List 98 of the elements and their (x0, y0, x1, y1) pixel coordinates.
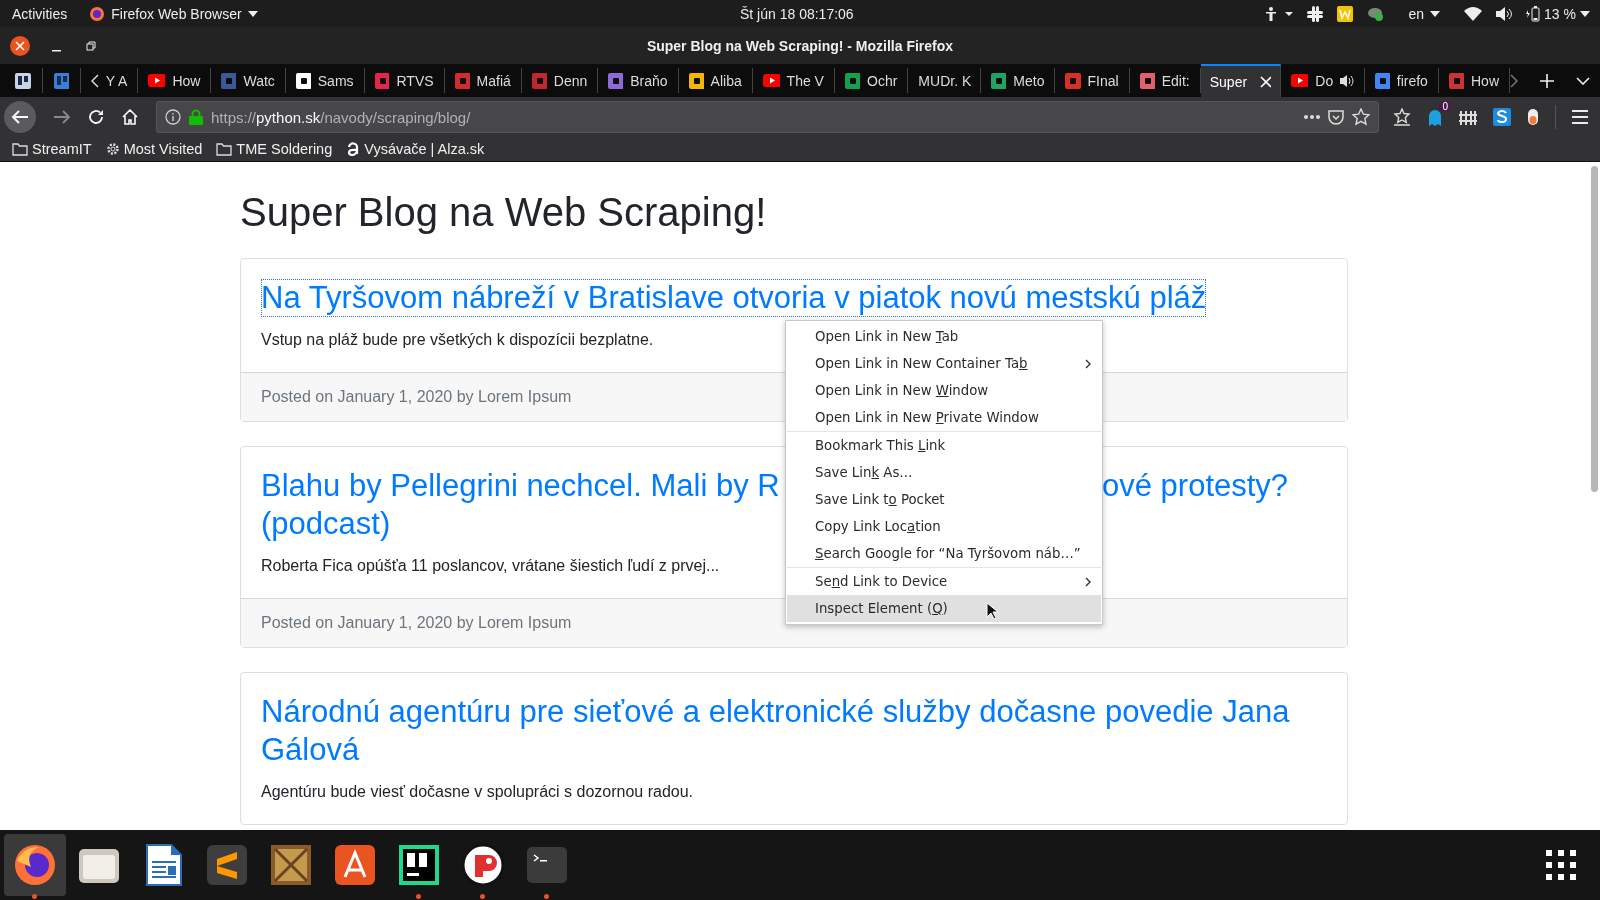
slack-icon[interactable] (1306, 5, 1323, 22)
crate-icon[interactable] (269, 843, 313, 887)
w-app-icon[interactable] (1336, 5, 1353, 22)
browser-tab[interactable]: RTVS (364, 68, 445, 93)
post-title-link[interactable]: Národnú agentúru pre sieťové a elektronické služby dočasne povedie Jana Gálová (261, 693, 1327, 769)
browser-tab[interactable]: Watc (211, 68, 286, 93)
caret-icon[interactable] (1430, 10, 1441, 17)
bookmark-item[interactable]: Most Visited (105, 141, 203, 157)
forward-button[interactable] (54, 110, 70, 124)
menu-item[interactable]: Save Link to Pocket (787, 486, 1101, 513)
ghost-icon[interactable] (1427, 108, 1443, 126)
pycharm-icon[interactable] (397, 843, 441, 887)
browser-tab[interactable]: How (1438, 68, 1510, 93)
menu-item[interactable]: Open Link in New Window (787, 377, 1101, 404)
menu-item[interactable]: Bookmark This Link (787, 432, 1101, 459)
browser-tab[interactable]: firefo (1364, 68, 1439, 93)
bookmarks-menu-icon[interactable] (1393, 108, 1411, 126)
page-heading: Super Blog na Web Scraping! (240, 189, 768, 236)
browser-tab[interactable]: Aliba (678, 68, 753, 93)
browser-tab[interactable]: Mafiá (444, 68, 522, 93)
speaker-icon[interactable] (1340, 74, 1354, 87)
menu-item[interactable]: Open Link in New Private Window (787, 404, 1101, 432)
app-grid-icon[interactable] (1546, 850, 1576, 880)
post-summary: Roberta Fica opúšťa 11 poslancov, vrátane šiestich ľudí z prvej... (261, 556, 720, 576)
post-summary: Vstup na pláž bude pre všetkých k dispozícii bezplatne. (261, 330, 654, 350)
browser-tab[interactable]: The V (752, 68, 835, 93)
language-indicator[interactable]: en (1408, 5, 1425, 22)
battery-icon[interactable] (1526, 5, 1541, 22)
browser-tab[interactable]: Y A (81, 68, 139, 93)
menu-item[interactable]: Search Google for “Na Tyršovom náb…” (787, 540, 1101, 568)
gear-icon (105, 142, 120, 156)
menu-item[interactable]: Copy Link Location (787, 513, 1101, 540)
mouse-pointer-icon (986, 602, 998, 620)
app-menu-label[interactable]: Firefox Web Browser (111, 5, 242, 22)
software-store-icon[interactable] (333, 843, 377, 887)
pocket-icon[interactable] (1328, 109, 1344, 125)
volume-icon[interactable] (1496, 6, 1513, 21)
menu-item[interactable]: Save Link As… (787, 459, 1101, 486)
accessibility-icon[interactable] (1264, 6, 1293, 21)
address-bar[interactable]: https://python.sk/navody/scraping/blog/ (156, 101, 1379, 133)
firefox-icon[interactable] (13, 843, 57, 887)
caret-icon[interactable] (247, 10, 258, 17)
notification-badge: 0 (1439, 101, 1451, 112)
bookmark-item[interactable]: StreamIT (12, 141, 92, 157)
lock-icon (189, 109, 203, 125)
library-icon[interactable] (1459, 109, 1477, 125)
new-tab-icon[interactable] (1540, 73, 1554, 88)
more-icon[interactable] (1304, 115, 1320, 119)
browser-tab[interactable]: FInal (1055, 68, 1130, 93)
wifi-icon[interactable] (1464, 6, 1483, 21)
tab-list-icon[interactable] (1576, 76, 1590, 85)
mouse-extension-icon[interactable] (1527, 108, 1539, 126)
post-summary: Agentúru bude viesť dočasne v spolupráci s dozornou radou. (261, 782, 694, 802)
post-title-link[interactable]: Blahu by Pellegrini nechcel. Mali by R (261, 467, 780, 505)
caret-icon[interactable] (1580, 10, 1590, 17)
activities-button[interactable]: Activities (12, 5, 68, 22)
browser-tab[interactable]: Denn (521, 68, 599, 93)
back-button[interactable] (4, 101, 36, 133)
post-title-link[interactable]: (podcast) (261, 505, 391, 543)
close-tab-icon[interactable] (1260, 75, 1271, 88)
folder-icon (12, 142, 28, 156)
restore-icon[interactable] (86, 40, 96, 51)
info-icon[interactable] (165, 109, 181, 125)
window-title: Super Blog na Web Scraping! - Mozilla Firefox (646, 37, 954, 54)
browser-tab[interactable]: Sams (285, 68, 365, 93)
s-extension-icon[interactable] (1493, 108, 1511, 126)
bookmark-star-icon[interactable] (1352, 108, 1370, 126)
browser-tab[interactable]: Braňo (598, 68, 679, 93)
close-icon[interactable] (10, 35, 30, 56)
clock[interactable]: Št jún 18 08:17:06 (740, 5, 854, 22)
browser-tab[interactable]: How (138, 68, 212, 93)
browser-tab[interactable]: MUDr. K (908, 68, 982, 93)
site-icon (346, 142, 361, 156)
browser-tab[interactable]: Super (1200, 64, 1281, 97)
browser-tab[interactable]: Ochr (834, 68, 909, 93)
battery-level[interactable]: 13 % (1544, 5, 1576, 22)
menu-item[interactable]: Open Link in New Tab (787, 323, 1101, 350)
scroll-left-icon[interactable] (91, 73, 99, 88)
firefox-icon (89, 5, 106, 22)
p-app-icon[interactable] (461, 843, 505, 887)
browser-tab[interactable]: Edit: (1129, 68, 1201, 93)
scroll-right-icon[interactable] (1510, 73, 1518, 88)
browser-tab[interactable]: Meto (981, 68, 1056, 93)
folder-icon (216, 142, 233, 156)
browser-tab[interactable]: Do (1281, 68, 1365, 93)
menu-item[interactable]: Send Link to Device (787, 568, 1101, 595)
menu-icon[interactable] (1572, 110, 1588, 124)
post-title-link[interactable]: Na Tyršovom nábreží v Bratislave otvoria v piatok novú mestskú pláž (261, 279, 1207, 317)
menu-item[interactable]: Inspect Element (Q) (787, 595, 1101, 622)
home-icon[interactable] (122, 109, 138, 125)
post-title-link[interactable]: ové protesty? (1102, 467, 1289, 505)
cloud-check-icon[interactable] (1366, 5, 1385, 22)
bookmark-item[interactable]: TME Soldering (216, 141, 333, 157)
scrollbar-thumb[interactable] (1591, 166, 1598, 492)
sublime-icon[interactable] (205, 843, 249, 887)
bookmark-item[interactable]: Vysávače | Alza.sk (346, 141, 485, 157)
reload-icon[interactable] (88, 109, 104, 125)
pinned-site-icon[interactable] (15, 72, 31, 89)
